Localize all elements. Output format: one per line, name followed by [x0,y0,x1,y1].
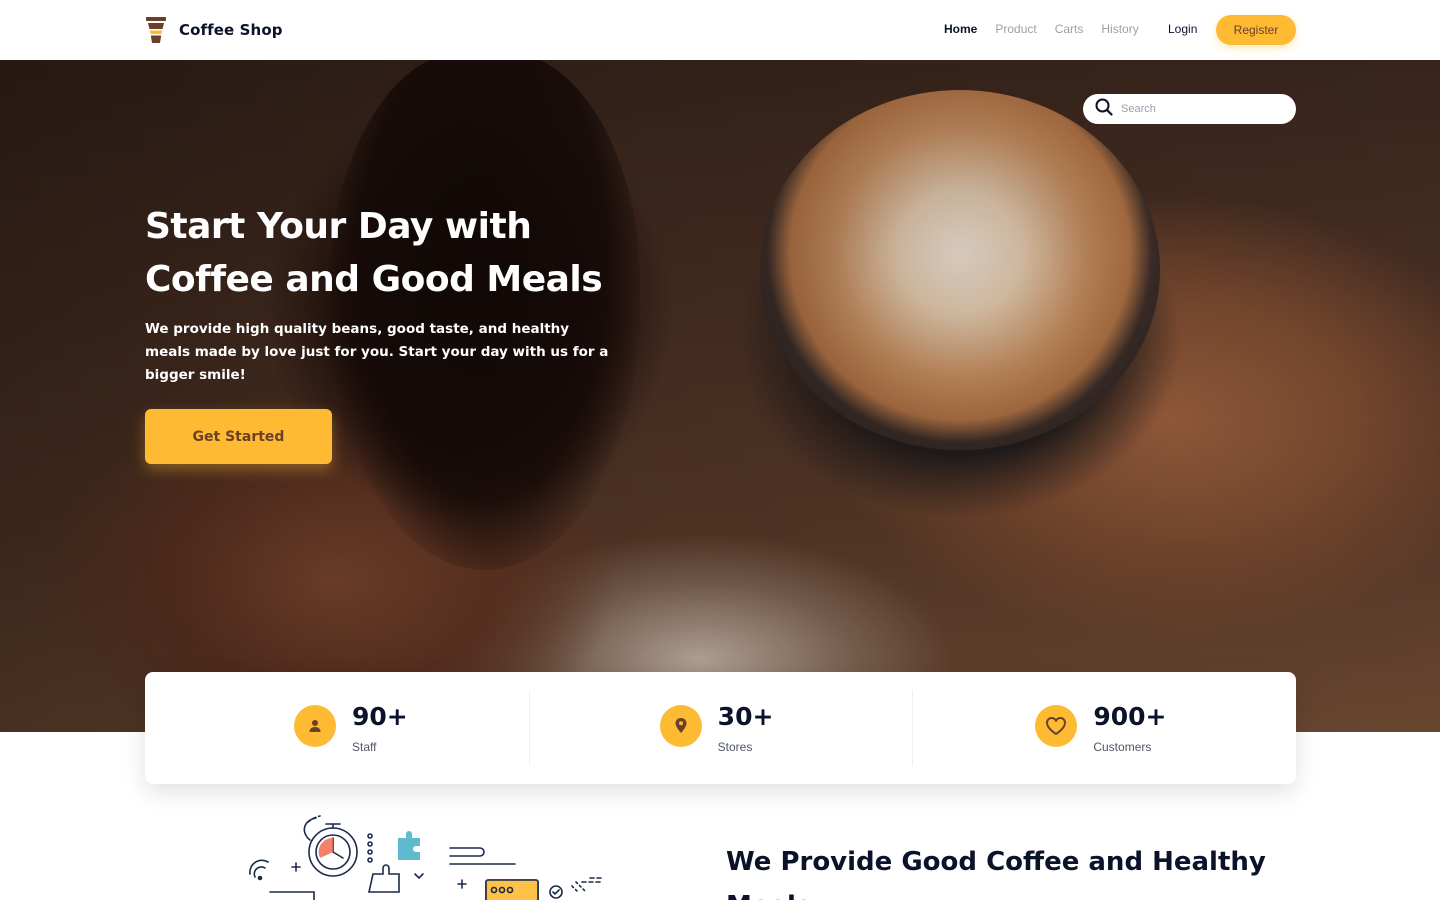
stat-label: Stores [717,740,753,754]
stat-label: Customers [1093,740,1152,754]
stat-stores: 30+ Stores [528,672,913,784]
stat-customers: 900+ Customers [912,672,1296,784]
search-input[interactable] [1121,103,1281,115]
coffee-cup-icon [145,17,167,43]
heart-icon [1035,705,1078,747]
nav-product[interactable]: Product [995,22,1036,36]
get-started-button[interactable]: Get Started [145,409,332,464]
stat-staff-text: 90+ Staff [352,702,408,754]
stat-value: 30+ [717,702,774,731]
hero-title-line-2: Coffee and Good Meals [145,259,603,300]
stat-staff: 90+ Staff [145,672,529,784]
stats-card: 90+ Staff 30+ Stores 900+ Customers [145,672,1296,784]
nav-history[interactable]: History [1101,22,1138,36]
main-nav: Home Product Carts History [944,22,1139,36]
services-illustration [210,812,630,900]
hero-subtitle: We provide high quality beans, good tast… [145,321,609,383]
stat-customers-text: 900+ Customers [1093,702,1166,754]
stat-label: Staff [352,740,377,754]
stat-value: 900+ [1093,702,1167,731]
top-navbar: Coffee Shop Home Product Carts History L… [0,0,1440,60]
brand[interactable]: Coffee Shop [145,17,283,43]
search-bar[interactable] [1083,94,1296,124]
hero-section: Start Your Day with Coffee and Good Meal… [0,60,1440,732]
stat-staff-content: 90+ Staff [294,702,408,754]
nav-home[interactable]: Home [944,22,977,36]
location-pin-icon [659,705,702,747]
stat-stores-content: 30+ Stores [659,702,774,754]
section-title: We Provide Good Coffee and Healthy Meals [726,847,1266,900]
nav-carts[interactable]: Carts [1055,22,1084,36]
hero-title: Start Your Day with Coffee and Good Meal… [145,200,625,306]
brand-name: Coffee Shop [179,21,283,39]
hero-title-line-1: Start Your Day with [145,206,532,247]
stat-customers-content: 900+ Customers [1035,702,1166,754]
login-link[interactable]: Login [1168,22,1197,36]
person-icon [294,705,336,747]
stat-stores-text: 30+ Stores [718,702,774,754]
stat-value: 90+ [352,702,408,731]
hero-overlay [0,60,1440,732]
search-icon [1095,98,1113,121]
register-button[interactable]: Register [1216,15,1296,45]
